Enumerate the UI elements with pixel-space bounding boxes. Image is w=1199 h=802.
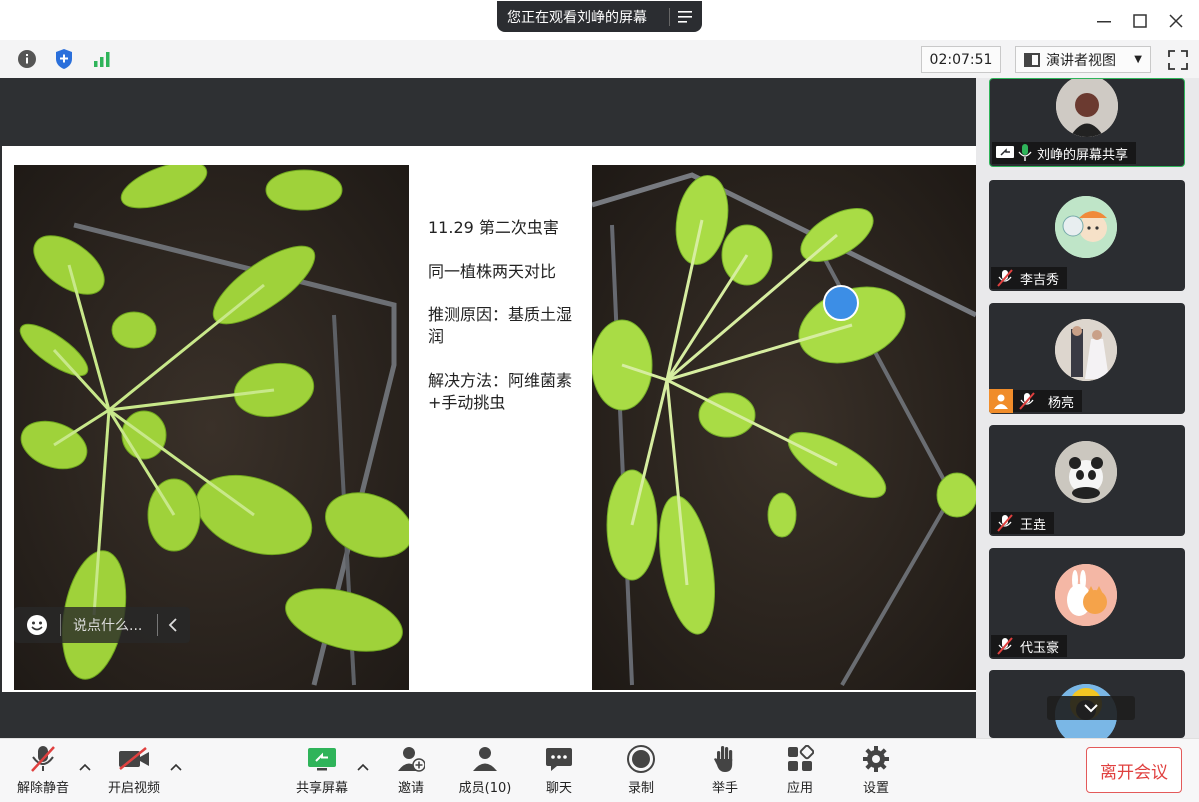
chat-placeholder: 说点什么... — [73, 618, 143, 634]
unmute-button[interactable]: 解除静音 — [14, 744, 72, 796]
share-options-chevron-icon[interactable] — [357, 760, 369, 774]
slide-line-solution: 解决方法：阿维菌素+手动挑虫 — [428, 371, 573, 412]
fullscreen-icon[interactable] — [1165, 47, 1191, 73]
participant-name: 王垚 — [1020, 517, 1047, 533]
invite-label: 邀请 — [397, 781, 424, 796]
emoji-icon[interactable] — [26, 614, 48, 636]
avatar — [1055, 564, 1117, 626]
chat-icon — [545, 744, 573, 774]
mic-muted-icon — [1017, 391, 1037, 411]
share-screen-button[interactable]: 共享屏幕 — [294, 744, 350, 796]
participant-tile[interactable]: 代玉豪 — [989, 548, 1185, 659]
chevron-down-icon — [1084, 703, 1098, 712]
apps-label: 应用 — [786, 781, 813, 796]
avatar — [1055, 196, 1117, 258]
settings-button[interactable]: 设置 — [859, 744, 893, 796]
security-shield-icon[interactable] — [52, 47, 76, 71]
sharing-banner-text: 您正在观看刘峥的屏幕 — [507, 9, 647, 26]
avatar — [1056, 79, 1118, 137]
record-label: 录制 — [627, 781, 654, 796]
participant-nametag: 王垚 — [991, 512, 1055, 534]
signal-strength-icon[interactable] — [90, 47, 114, 71]
invite-button[interactable]: 邀请 — [393, 744, 429, 796]
gear-icon — [862, 744, 890, 774]
chat-label: 聊天 — [545, 781, 572, 796]
apps-grid-icon — [786, 744, 814, 774]
banner-divider — [669, 7, 670, 26]
chevron-down-icon: ▼ — [1134, 54, 1142, 65]
raise-hand-icon — [713, 744, 737, 774]
slide-line-comparison: 同一植株两天对比 — [428, 262, 557, 281]
audio-options-chevron-icon[interactable] — [79, 760, 91, 774]
mic-muted-icon — [995, 636, 1015, 656]
share-screen-icon — [307, 744, 337, 774]
sharing-banner[interactable]: 您正在观看刘峥的屏幕 — [497, 1, 702, 32]
view-mode-icon — [1024, 52, 1040, 67]
screen-share-icon — [996, 145, 1014, 161]
chat-divider — [60, 614, 61, 636]
minimize-icon[interactable] — [1091, 8, 1117, 34]
members-button[interactable]: 成员(10) — [457, 744, 513, 796]
mic-muted-icon — [30, 744, 56, 774]
raise-hand-label: 举手 — [711, 781, 738, 796]
chat-quick-input[interactable]: 说点什么... — [14, 607, 190, 643]
plant-photo-right — [592, 165, 976, 690]
view-mode-label: 演讲者视图 — [1046, 52, 1116, 69]
chat-divider — [157, 614, 158, 636]
participant-nametag: 杨亮 — [989, 389, 1083, 413]
members-icon — [471, 744, 499, 774]
settings-label: 设置 — [862, 781, 889, 796]
start-video-label: 开启视频 — [107, 781, 160, 796]
leave-meeting-button[interactable]: 离开会议 — [1086, 747, 1182, 793]
view-mode-dropdown[interactable]: 演讲者视图 ▼ — [1015, 46, 1151, 73]
record-icon — [627, 744, 655, 774]
collapse-chat-icon[interactable] — [168, 618, 178, 632]
meeting-timer: 02:07:51 — [921, 46, 1001, 73]
participant-tile[interactable] — [989, 670, 1185, 738]
camera-off-icon — [118, 744, 150, 774]
apps-button[interactable]: 应用 — [783, 744, 817, 796]
participant-tile[interactable]: 杨亮 — [989, 303, 1185, 414]
participant-nametag: 刘峥的屏幕共享 — [992, 142, 1137, 164]
maximize-icon[interactable] — [1127, 8, 1153, 34]
participant-name: 代玉豪 — [1020, 640, 1060, 656]
participant-nametag: 李吉秀 — [991, 267, 1068, 289]
info-icon[interactable] — [15, 47, 39, 71]
participant-nametag: 代玉豪 — [991, 635, 1068, 657]
add-user-icon — [397, 744, 425, 774]
participant-tile[interactable]: 王垚 — [989, 425, 1185, 536]
participant-tile-screen-share[interactable]: 刘峥的屏幕共享 — [989, 78, 1185, 167]
unmute-label: 解除静音 — [16, 781, 69, 796]
slide-line-cause: 推测原因：基质土湿润 — [428, 305, 573, 346]
mic-muted-icon — [995, 268, 1015, 288]
avatar — [1055, 441, 1117, 503]
participant-tile[interactable]: 李吉秀 — [989, 180, 1185, 291]
mic-on-icon — [1018, 144, 1032, 162]
chat-button[interactable]: 聊天 — [542, 744, 576, 796]
share-screen-label: 共享屏幕 — [295, 781, 348, 796]
close-icon[interactable] — [1163, 8, 1189, 34]
avatar — [1055, 319, 1117, 381]
participant-name: 李吉秀 — [1020, 272, 1060, 288]
slide-line-title: 11.29 第二次虫害 — [428, 218, 559, 237]
host-avatar-icon — [989, 389, 1013, 413]
start-video-button[interactable]: 开启视频 — [105, 744, 163, 796]
participant-name: 刘峥的屏幕共享 — [1037, 147, 1129, 163]
raise-hand-button[interactable]: 举手 — [708, 744, 742, 796]
participant-name: 杨亮 — [1048, 395, 1075, 411]
video-options-chevron-icon[interactable] — [170, 760, 182, 774]
members-label: 成员(10) — [458, 781, 512, 796]
scroll-down-button[interactable] — [1047, 696, 1135, 720]
record-button[interactable]: 录制 — [624, 744, 658, 796]
pointer-cursor-icon — [823, 285, 859, 321]
mic-muted-icon — [995, 513, 1015, 533]
menu-icon[interactable] — [678, 10, 694, 24]
